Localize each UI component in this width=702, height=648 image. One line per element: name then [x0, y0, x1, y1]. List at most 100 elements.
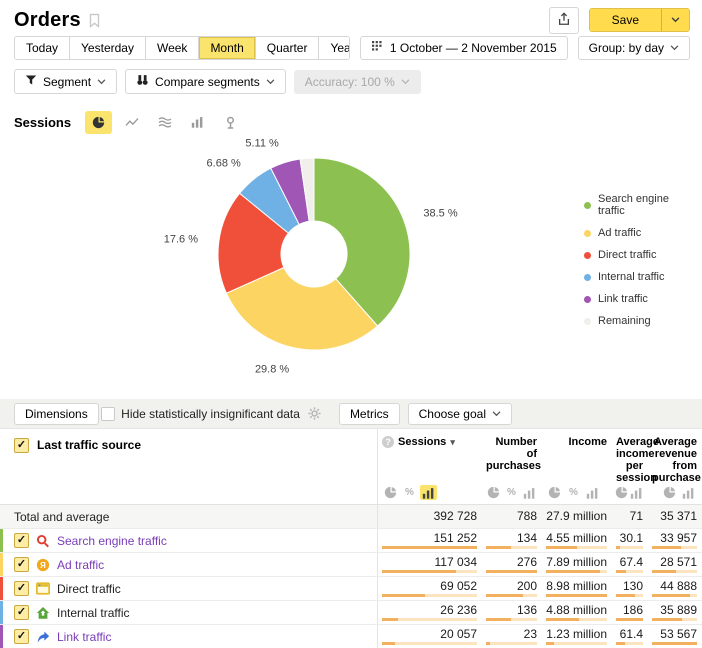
- select-all-checkbox[interactable]: ✓: [14, 438, 29, 453]
- period-tab-month[interactable]: Month: [199, 37, 255, 59]
- chevron-down-icon: [401, 79, 410, 85]
- cell-bar: [652, 546, 697, 549]
- pie-chart-icon[interactable]: [85, 111, 112, 134]
- bar-chart-icon[interactable]: [630, 485, 643, 500]
- pie-label: 6.68 %: [207, 158, 241, 170]
- metric-cell: 61.4: [612, 625, 648, 648]
- percent-icon[interactable]: %: [565, 485, 582, 500]
- metric-cell: 30.1: [612, 529, 648, 552]
- svg-text:Я: Я: [40, 560, 46, 569]
- group-by-button[interactable]: Group: by day: [578, 36, 690, 60]
- traffic-source-link[interactable]: Search engine traffic: [57, 534, 167, 548]
- bar-chart-icon[interactable]: [680, 485, 697, 500]
- cell-bar: [382, 618, 477, 621]
- calendar-icon: [371, 41, 384, 55]
- period-tab-yesterday[interactable]: Yesterday: [70, 37, 146, 59]
- pie-chart-icon[interactable]: [546, 485, 563, 500]
- period-row: TodayYesterdayWeekMonthQuarterYear 1 Oct…: [0, 34, 702, 60]
- column-header-average-income-per-session[interactable]: Average income per session: [612, 429, 648, 504]
- traffic-source-link[interactable]: Direct traffic: [57, 582, 121, 596]
- legend-item-direct-traffic[interactable]: Direct traffic: [584, 249, 692, 261]
- cell-bar: [546, 642, 607, 645]
- bar-chart-icon[interactable]: [584, 485, 601, 500]
- save-dropdown-button[interactable]: [661, 9, 689, 31]
- period-tab-year[interactable]: Year: [319, 37, 349, 59]
- cell-bar: [546, 570, 607, 573]
- pie-chart-icon[interactable]: [382, 485, 399, 500]
- row-checkbox[interactable]: ✓: [14, 533, 29, 548]
- display-mode-switcher: %: [486, 485, 537, 500]
- metrics-button[interactable]: Metrics: [339, 403, 400, 425]
- traffic-source-link[interactable]: Internal traffic: [57, 606, 129, 620]
- cell-bar: [546, 546, 607, 549]
- column-header-sessions[interactable]: ?Sessions▾%: [378, 429, 482, 504]
- bookmark-icon[interactable]: [89, 13, 100, 28]
- column-header-number-of-purchases[interactable]: Number of purchases%: [482, 429, 542, 504]
- column-header-income[interactable]: Income%: [542, 429, 612, 504]
- legend-label: Direct traffic: [598, 249, 656, 261]
- pie-chart-icon[interactable]: [486, 485, 502, 500]
- segment-label: Segment: [43, 75, 91, 89]
- stacked-chart-icon[interactable]: [151, 111, 178, 134]
- pie-chart-icon[interactable]: [615, 485, 628, 500]
- hide-insignificant-checkbox[interactable]: [101, 407, 115, 421]
- legend-item-ad-traffic[interactable]: Ad traffic: [584, 227, 692, 239]
- date-range-button[interactable]: 1 October — 2 November 2015: [360, 36, 568, 60]
- home-icon: [36, 606, 50, 620]
- save-button[interactable]: Save: [590, 9, 661, 31]
- dimensions-button[interactable]: Dimensions: [14, 403, 99, 425]
- compare-segments-button[interactable]: Compare segments: [125, 69, 286, 94]
- metric-cell: 117 034: [378, 553, 482, 576]
- help-icon[interactable]: ?: [382, 436, 394, 448]
- row-checkbox[interactable]: ✓: [14, 605, 29, 620]
- bar-chart-icon[interactable]: [184, 111, 211, 134]
- orders-report-page: Orders Save TodayYesterdayWeekMonthQuart…: [0, 0, 702, 634]
- totals-row: Total and average 392 72878827.9 million…: [0, 504, 702, 528]
- legend-item-remaining[interactable]: Remaining: [584, 315, 692, 327]
- total-value: 392 728: [378, 505, 482, 528]
- metric-cell: 35 889: [648, 601, 702, 624]
- metric-cell: 200: [482, 577, 542, 600]
- dimension-header-cell: ✓ Last traffic source: [0, 429, 377, 504]
- chart-view-switcher: [85, 111, 244, 134]
- row-checkbox[interactable]: ✓: [14, 629, 29, 644]
- segment-button[interactable]: Segment: [14, 69, 117, 94]
- cell-bar: [652, 570, 697, 573]
- bar-chart-icon[interactable]: [420, 485, 437, 500]
- legend-item-link-traffic[interactable]: Link traffic: [584, 293, 692, 305]
- legend-item-search-engine-traffic[interactable]: Search engine traffic: [584, 193, 692, 217]
- gear-icon[interactable]: [308, 407, 321, 420]
- legend-item-internal-traffic[interactable]: Internal traffic: [584, 271, 692, 283]
- metric-header-columns: ?Sessions▾%Number of purchases%Income%Av…: [377, 429, 702, 504]
- percent-icon[interactable]: %: [504, 485, 520, 500]
- chevron-down-icon: [266, 79, 275, 85]
- line-chart-icon[interactable]: [118, 111, 145, 134]
- percent-icon[interactable]: %: [401, 485, 418, 500]
- row-checkbox[interactable]: ✓: [14, 581, 29, 596]
- choose-goal-button[interactable]: Choose goal: [408, 403, 512, 425]
- row-checkbox[interactable]: ✓: [14, 557, 29, 572]
- metric-cell: 69 052: [378, 577, 482, 600]
- cell-bar: [486, 546, 537, 549]
- traffic-source-link[interactable]: Ad traffic: [57, 558, 104, 572]
- period-tab-quarter[interactable]: Quarter: [256, 37, 320, 59]
- metric-cells: 151 2521344.55 million30.133 957: [377, 529, 702, 552]
- export-button[interactable]: [549, 7, 579, 34]
- pie-chart-icon[interactable]: [661, 485, 678, 500]
- metric-cell: 4.55 million: [542, 529, 612, 552]
- metric-cell: 44 888: [648, 577, 702, 600]
- traffic-source-link[interactable]: Link traffic: [57, 630, 111, 644]
- column-header-average-revenue-from-purchase[interactable]: Average revenue from purchase: [648, 429, 702, 504]
- cell-bar: [616, 594, 643, 597]
- hide-insignificant-label: Hide statistically insignificant data: [121, 407, 300, 421]
- period-tab-week[interactable]: Week: [146, 37, 199, 59]
- display-mode-switcher: [616, 485, 643, 500]
- metric-cell: 20 057: [378, 625, 482, 648]
- metric-cell: 33 957: [648, 529, 702, 552]
- metric-cells: 20 057231.23 million61.453 567: [377, 625, 702, 648]
- period-tab-today[interactable]: Today: [15, 37, 70, 59]
- choose-goal-label: Choose goal: [419, 407, 486, 421]
- bar-chart-icon[interactable]: [521, 485, 537, 500]
- map-pin-icon[interactable]: [217, 111, 244, 134]
- metric-cell: 151 252: [378, 529, 482, 552]
